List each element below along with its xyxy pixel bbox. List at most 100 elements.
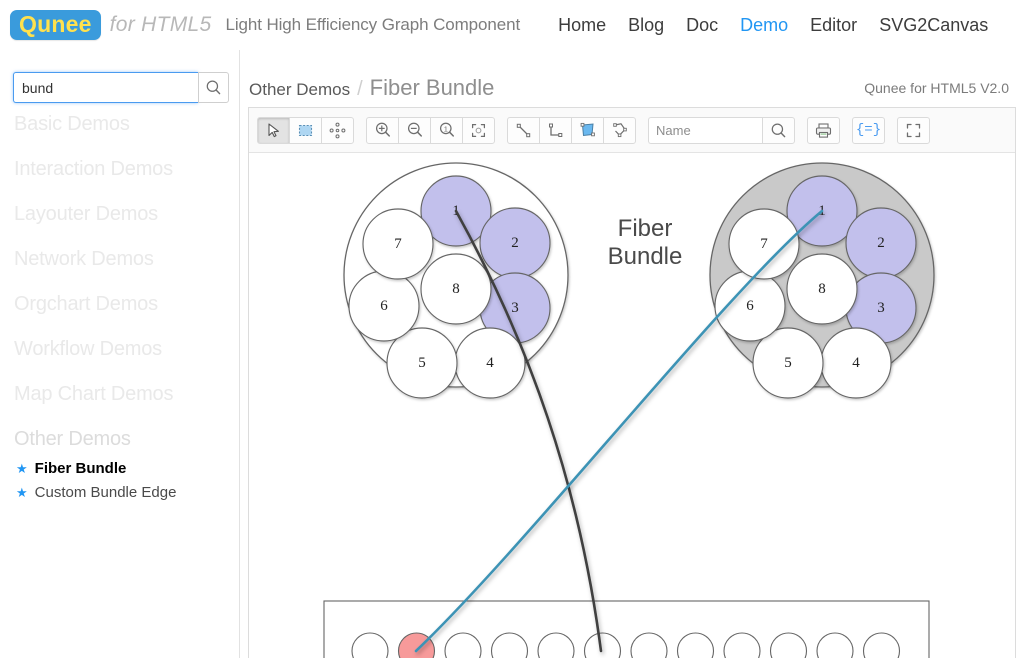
node-label: 4 bbox=[486, 355, 494, 371]
name-input[interactable] bbox=[648, 116, 762, 144]
node-label: 2 bbox=[511, 235, 519, 251]
star-icon: ★ bbox=[16, 461, 28, 476]
printer-icon bbox=[815, 122, 832, 138]
name-search-button[interactable] bbox=[762, 116, 795, 144]
toolbar-group-0 bbox=[257, 116, 354, 144]
code-group: {=} bbox=[852, 116, 885, 144]
nav-link-svg2canvas[interactable]: SVG2Canvas bbox=[879, 15, 988, 36]
center-label-line-1: Fiber bbox=[617, 215, 673, 242]
sidebar-item-label: Fiber Bundle bbox=[34, 460, 127, 477]
nav-link-blog[interactable]: Blog bbox=[628, 15, 664, 36]
site-tagline: Light High Efficiency Graph Component bbox=[225, 15, 521, 34]
search-icon bbox=[206, 80, 221, 95]
node-label: 3 bbox=[511, 300, 519, 316]
fullscreen-icon bbox=[906, 123, 921, 137]
right-bundle[interactable]: 12345678 bbox=[709, 162, 935, 399]
zoom-out-button[interactable] bbox=[398, 116, 431, 144]
nav-link-editor[interactable]: Editor bbox=[810, 15, 857, 36]
fiber-bundle-center-label: Fiber Bundle bbox=[585, 215, 705, 272]
sidebar-item-fiber-bundle[interactable]: ★ Fiber Bundle bbox=[16, 460, 126, 477]
breadcrumb-current: Fiber Bundle bbox=[369, 75, 495, 100]
right-bundle-node-7[interactable]: 7 bbox=[728, 208, 800, 280]
sidebar-category-map-chart-demos[interactable]: Map Chart Demos bbox=[14, 383, 173, 406]
left-bundle[interactable]: 12345678 bbox=[343, 162, 569, 399]
select-tool[interactable] bbox=[257, 116, 290, 144]
node-label: 6 bbox=[746, 298, 754, 314]
left-bundle-node-2[interactable]: 2 bbox=[479, 207, 551, 279]
toolbar-group-2 bbox=[507, 116, 636, 144]
center-label-line-2: Bundle bbox=[607, 243, 683, 271]
sidebar-search bbox=[13, 72, 229, 103]
right-bundle-node-4[interactable]: 4 bbox=[820, 327, 892, 399]
node-label: 7 bbox=[394, 236, 402, 252]
qunee-logo[interactable]: Qunee bbox=[10, 10, 101, 40]
left-bundle-node-8[interactable]: 8 bbox=[420, 253, 492, 325]
polyline-icon bbox=[611, 121, 629, 139]
polyline-tool[interactable] bbox=[603, 116, 636, 144]
toolbar-group-1: 1 bbox=[366, 116, 495, 144]
sidebar: Basic Demos Interaction Demos Layouter Dem… bbox=[0, 50, 240, 658]
code-view-button[interactable]: {=} bbox=[852, 116, 885, 144]
filled-polygon-icon bbox=[579, 121, 597, 139]
line-tool[interactable] bbox=[507, 116, 540, 144]
sidebar-category-other-demos[interactable]: Other Demos bbox=[14, 428, 131, 451]
fit-to-screen-icon bbox=[470, 122, 487, 139]
node-label: 7 bbox=[760, 236, 768, 252]
breadcrumb-separator: / bbox=[357, 78, 363, 100]
node-label: 3 bbox=[877, 300, 885, 316]
nav-link-home[interactable]: Home bbox=[558, 15, 606, 36]
search-button[interactable] bbox=[198, 72, 229, 103]
star-icon: ★ bbox=[16, 485, 28, 500]
print-group bbox=[807, 116, 840, 144]
nav-link-doc[interactable]: Doc bbox=[686, 15, 718, 36]
orthogonal-line-tool[interactable] bbox=[539, 116, 572, 144]
print-button[interactable] bbox=[807, 116, 840, 144]
nav-link-demo[interactable]: Demo bbox=[740, 15, 788, 36]
node-label: 4 bbox=[852, 355, 860, 371]
breadcrumb: Other Demos / Fiber Bundle bbox=[249, 75, 494, 101]
left-bundle-node-6[interactable]: 6 bbox=[348, 270, 420, 342]
zoom-out-icon bbox=[406, 121, 424, 139]
sidebar-category-interaction-demos[interactable]: Interaction Demos bbox=[14, 158, 173, 181]
rect-select-tool[interactable] bbox=[289, 116, 322, 144]
zoom-fit-button[interactable] bbox=[462, 116, 495, 144]
cursor-arrow-icon bbox=[265, 122, 282, 139]
right-bundle-node-8[interactable]: 8 bbox=[786, 253, 858, 325]
node-label: 8 bbox=[452, 281, 460, 297]
move-arrows-icon bbox=[329, 122, 346, 139]
marquee-select-icon bbox=[297, 122, 314, 139]
sidebar-category-workflow-demos[interactable]: Workflow Demos bbox=[14, 338, 162, 361]
sidebar-category-orgchart-demos[interactable]: Orgchart Demos bbox=[14, 293, 158, 316]
sidebar-item-custom-bundle-edge[interactable]: ★ Custom Bundle Edge bbox=[16, 484, 176, 501]
breadcrumb-parent[interactable]: Other Demos bbox=[249, 80, 350, 100]
node-label: 8 bbox=[818, 281, 826, 297]
fullscreen-group bbox=[897, 116, 930, 144]
fullscreen-button[interactable] bbox=[897, 116, 930, 144]
search-input[interactable] bbox=[13, 72, 198, 103]
sidebar-category-network-demos[interactable]: Network Demos bbox=[14, 248, 154, 271]
top-navigation-bar: Qunee for HTML5 Light High Efficiency Gr… bbox=[0, 0, 1024, 50]
pan-tool[interactable] bbox=[321, 116, 354, 144]
graph-canvas[interactable]: 1234567812345678 Fiber Bundle bbox=[249, 153, 1015, 658]
polygon-tool[interactable] bbox=[571, 116, 604, 144]
node-label: 5 bbox=[418, 355, 426, 371]
zoom-in-icon bbox=[374, 121, 392, 139]
graph-toolbar: 1 Name {=} bbox=[249, 108, 1015, 153]
left-bundle-node-4[interactable]: 4 bbox=[454, 327, 526, 399]
left-bundle-node-7[interactable]: 7 bbox=[362, 208, 434, 280]
sidebar-category-basic-demos[interactable]: Basic Demos bbox=[14, 113, 130, 136]
graph-panel: 1 Name {=} 1 2 3 4 5 6 7 8 1 2 3 4 5 6 7… bbox=[248, 107, 1016, 658]
sidebar-category-layouter-demos[interactable]: Layouter Demos bbox=[14, 203, 158, 226]
right-bundle-node-2[interactable]: 2 bbox=[845, 207, 917, 279]
zoom-reset-button[interactable]: 1 bbox=[430, 116, 463, 144]
node-label: 2 bbox=[877, 235, 885, 251]
name-search-box bbox=[648, 116, 795, 144]
zoom-in-button[interactable] bbox=[366, 116, 399, 144]
logo-subtitle: for HTML5 bbox=[109, 13, 212, 36]
orthogonal-line-icon bbox=[547, 122, 564, 139]
svg-text:1: 1 bbox=[443, 124, 447, 133]
grid-panel-group bbox=[323, 600, 930, 658]
straight-line-icon bbox=[515, 122, 532, 139]
sidebar-item-label: Custom Bundle Edge bbox=[34, 484, 177, 501]
node-label: 5 bbox=[784, 355, 792, 371]
